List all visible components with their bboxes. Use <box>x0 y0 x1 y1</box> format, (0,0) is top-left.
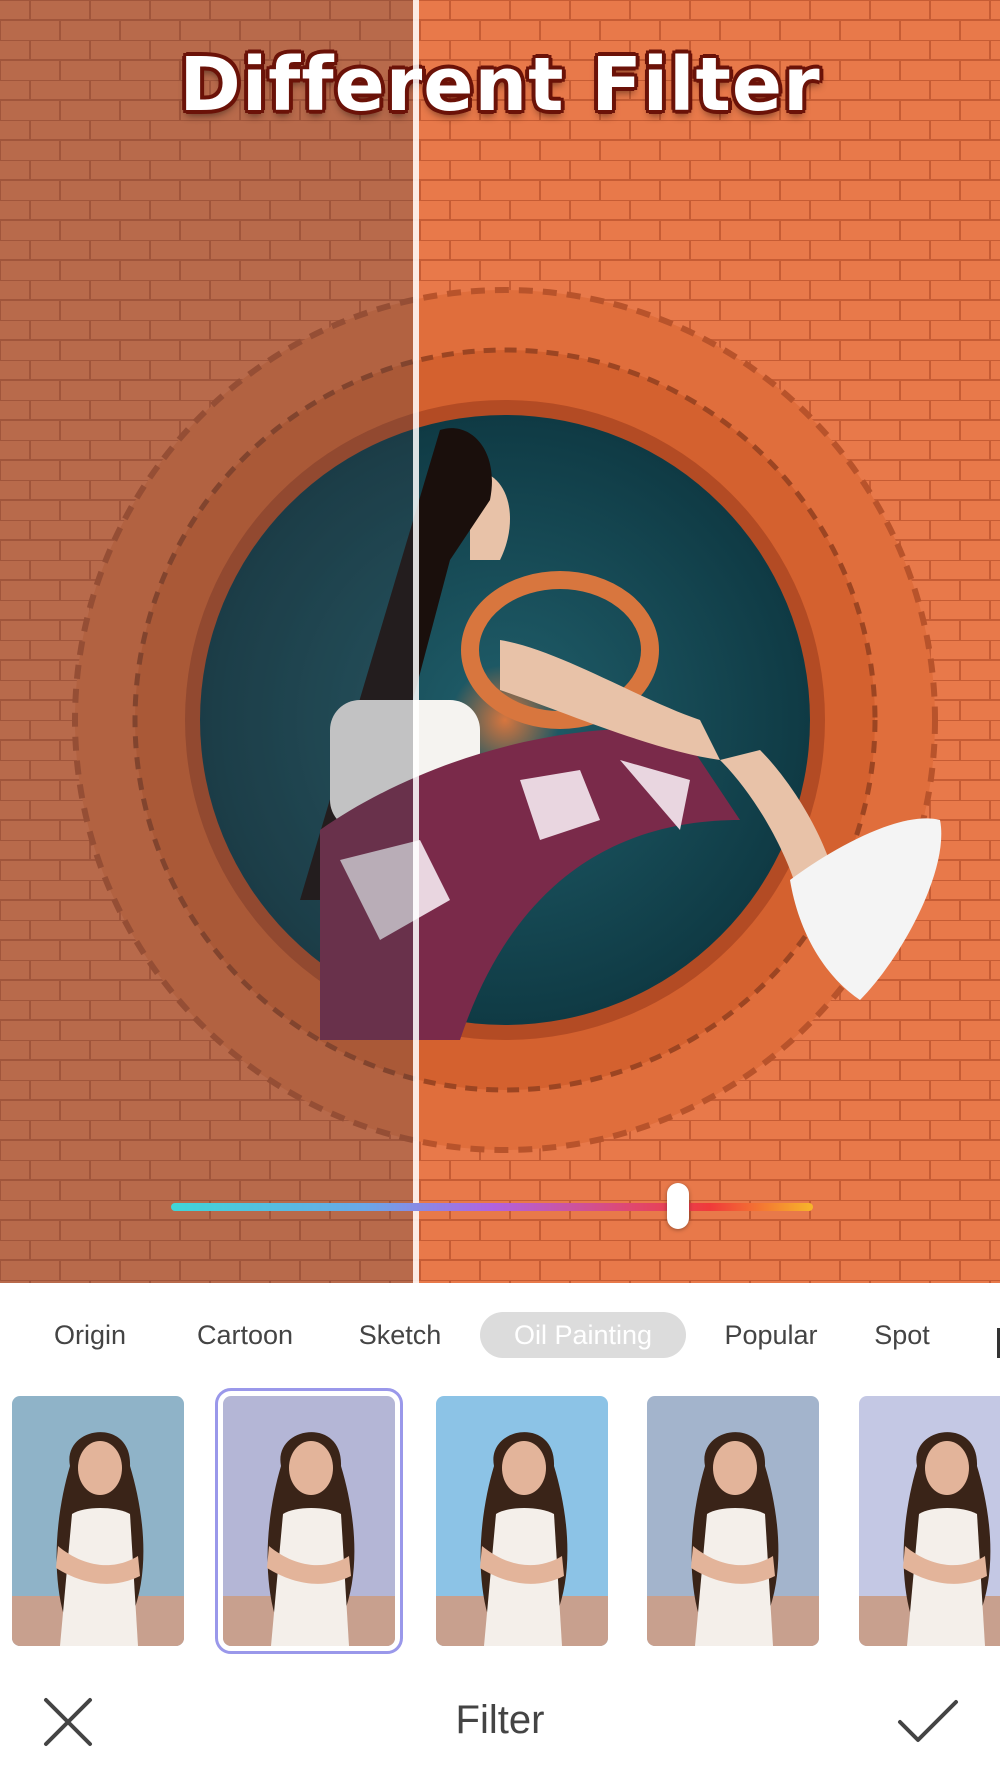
filter-thumbnail[interactable] <box>859 1396 1000 1646</box>
filter-thumbnail[interactable] <box>647 1396 819 1646</box>
filter-category-tabs: Origin Cartoon Sketch Oil Painting Popul… <box>0 1312 1000 1362</box>
filter-thumbnail-strip <box>0 1388 1000 1660</box>
headline-text: Different Filter <box>179 42 821 128</box>
photo-preview[interactable]: Different Filter <box>0 0 1000 1283</box>
panel-title: Filter <box>455 1698 545 1742</box>
comparison-divider[interactable] <box>413 0 419 1283</box>
tab-spot[interactable]: Spot <box>862 1312 942 1358</box>
slider-handle[interactable] <box>667 1183 690 1229</box>
filter-thumbnail[interactable] <box>12 1396 184 1646</box>
intensity-slider[interactable] <box>171 1183 813 1229</box>
slider-track[interactable] <box>171 1203 813 1211</box>
check-icon[interactable] <box>896 1694 960 1750</box>
tab-oil-painting[interactable]: Oil Painting <box>480 1312 686 1358</box>
brick-wall-photo <box>0 0 1000 1283</box>
bottom-toolbar: Filter <box>0 1680 1000 1778</box>
tab-cartoon[interactable]: Cartoon <box>180 1312 310 1358</box>
tab-popular[interactable]: Popular <box>708 1312 834 1358</box>
filter-thumbnail[interactable] <box>215 1388 403 1654</box>
tab-origin[interactable]: Origin <box>40 1312 140 1358</box>
tab-sketch[interactable]: Sketch <box>345 1312 455 1358</box>
filter-thumbnail[interactable] <box>436 1396 608 1646</box>
